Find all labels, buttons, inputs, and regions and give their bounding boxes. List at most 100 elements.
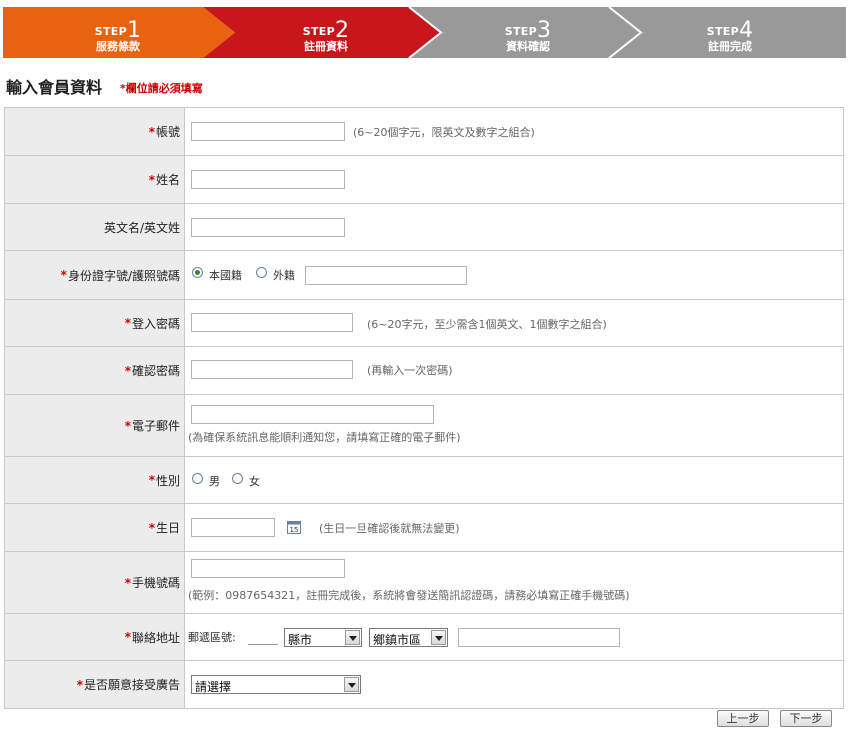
account-input[interactable]: [191, 122, 345, 141]
zip-label: 郵遞區號:: [188, 631, 236, 644]
mobile-hint: (範例：0987654321，註冊完成後，系統將會發送簡訊認證碼，請務必填寫正確…: [188, 589, 630, 602]
label-birthday: * 生日: [5, 504, 185, 551]
step-2-prefix: STEP: [302, 25, 335, 38]
city-select-value: 縣市: [288, 633, 313, 647]
row-confirm-password: * 確認密碼 (再輸入一次密碼): [5, 347, 843, 395]
step-progress-bar: STEP1 服務條款 STEP2 註冊資料 STEP3 資料確認 STEP4 註…: [3, 7, 846, 58]
row-id-number: * 身份證字號/護照號碼 本國籍 外籍: [5, 251, 843, 300]
required-star: *: [124, 316, 131, 330]
required-star: *: [148, 520, 155, 535]
email-input[interactable]: [191, 405, 434, 424]
calendar-day: 15: [290, 526, 299, 534]
town-select-value: 鄉鎮市區: [373, 633, 422, 647]
birthday-hint: (生日一旦確認後就無法變更): [319, 522, 460, 535]
label-address: * 聯絡地址: [5, 614, 185, 660]
gender-female-radio[interactable]: [232, 473, 243, 484]
name-input[interactable]: [191, 170, 345, 189]
address-label: 聯絡地址: [131, 630, 180, 645]
town-select[interactable]: 鄉鎮市區: [369, 628, 448, 647]
required-star: *: [76, 677, 83, 692]
row-address: * 聯絡地址 郵遞區號: 縣市 鄉鎮市區: [5, 614, 843, 661]
row-name: * 姓名: [5, 156, 843, 204]
required-star: *: [148, 473, 155, 487]
id-number-input[interactable]: [305, 266, 467, 285]
confirm-password-label: 確認密碼: [131, 364, 180, 378]
chevron-down-icon: [431, 630, 446, 645]
page-title: 輸入會員資料: [6, 78, 103, 97]
required-star: *: [124, 418, 131, 433]
id-number-label: 身份證字號/護照號碼: [67, 268, 180, 283]
row-account: * 帳號 (6~20個字元，限英文及數字之組合): [5, 108, 843, 156]
label-english-name: 英文名/英文姓: [5, 204, 185, 250]
confirm-password-hint: (再輸入一次密碼): [367, 364, 453, 377]
city-select[interactable]: 縣市: [284, 628, 362, 647]
required-star: *: [124, 363, 131, 378]
row-english-name: 英文名/英文姓: [5, 204, 843, 251]
mobile-label: 手機號碼: [131, 576, 180, 590]
account-label: 帳號: [155, 125, 180, 139]
row-email: * 電子郵件 (為確保系統訊息能順利通知您，請填寫正確的電子郵件): [5, 395, 843, 457]
label-email: * 電子郵件: [5, 395, 185, 456]
zip-input[interactable]: [248, 630, 278, 645]
required-star: *: [148, 124, 155, 139]
gender-male-label: 男: [209, 475, 220, 488]
next-button[interactable]: 下一步: [780, 710, 832, 727]
gender-male-radio[interactable]: [192, 473, 203, 484]
nationality-local-label: 本國籍: [209, 269, 242, 282]
step-2-label: 註冊資料: [304, 40, 348, 53]
label-ads: * 是否願意接受廣告: [5, 661, 185, 708]
label-account: * 帳號: [5, 108, 185, 155]
registration-form: * 帳號 (6~20個字元，限英文及數字之組合) * 姓名 英文名/英文姓 * 身份證…: [4, 107, 844, 709]
step-3-prefix: STEP: [504, 25, 537, 38]
birthday-label: 生日: [155, 521, 180, 535]
label-gender: * 性別: [5, 457, 185, 503]
name-label: 姓名: [155, 173, 180, 187]
confirm-password-input[interactable]: [191, 360, 353, 379]
required-star: *: [148, 172, 155, 187]
nationality-local-radio[interactable]: [192, 267, 203, 278]
calendar-icon[interactable]: 15: [287, 520, 301, 534]
prev-button[interactable]: 上一步: [717, 710, 769, 727]
english-name-label: 英文名/英文姓: [103, 220, 180, 235]
step-1-prefix: STEP: [94, 25, 127, 38]
chevron-down-icon: [345, 630, 360, 645]
step-3-label: 資料確認: [506, 40, 550, 53]
step-4: STEP4 註冊完成: [675, 7, 785, 58]
nationality-foreign-label: 外籍: [273, 269, 295, 282]
required-note: *欄位請必須填寫: [120, 82, 203, 95]
label-id-number: * 身份證字號/護照號碼: [5, 251, 185, 299]
step-1: STEP1 服務條款: [63, 7, 173, 58]
row-gender: * 性別 男 女: [5, 457, 843, 504]
gender-label: 性別: [155, 473, 180, 488]
ads-label: 是否願意接受廣告: [83, 678, 180, 692]
step-3: STEP3 資料確認: [473, 7, 583, 58]
label-mobile: * 手機號碼: [5, 552, 185, 613]
password-hint: (6~20字元，至少需含1個英文、1個數字之組合): [367, 318, 607, 331]
row-password: * 登入密碼 (6~20字元，至少需含1個英文、1個數字之組合): [5, 300, 843, 347]
step-2: STEP2 註冊資料: [271, 7, 381, 58]
mobile-input[interactable]: [191, 559, 345, 578]
email-label: 電子郵件: [131, 419, 180, 433]
password-input[interactable]: [191, 313, 353, 332]
row-mobile: * 手機號碼 (範例：0987654321，註冊完成後，系統將會發送簡訊認證碼，請…: [5, 552, 843, 614]
step-1-label: 服務條款: [96, 40, 140, 53]
required-star: *: [124, 575, 131, 590]
required-star: *: [60, 268, 67, 282]
ads-select[interactable]: 請選擇: [191, 675, 361, 694]
english-name-input[interactable]: [191, 218, 345, 237]
label-password: * 登入密碼: [5, 300, 185, 346]
gender-female-label: 女: [249, 475, 260, 488]
birthday-input[interactable]: [191, 518, 275, 537]
label-confirm-password: * 確認密碼: [5, 347, 185, 394]
label-name: * 姓名: [5, 156, 185, 203]
address-input[interactable]: [458, 628, 620, 647]
ads-select-value: 請選擇: [195, 680, 232, 694]
password-label: 登入密碼: [131, 316, 180, 331]
nationality-foreign-radio[interactable]: [256, 267, 267, 278]
required-star: *: [124, 630, 131, 644]
step-4-label: 註冊完成: [708, 40, 752, 53]
chevron-down-icon: [344, 677, 359, 692]
row-ads: * 是否願意接受廣告 請選擇: [5, 661, 843, 709]
email-hint: (為確保系統訊息能順利通知您，請填寫正確的電子郵件): [188, 431, 461, 444]
account-hint: (6~20個字元，限英文及數字之組合): [353, 126, 535, 139]
